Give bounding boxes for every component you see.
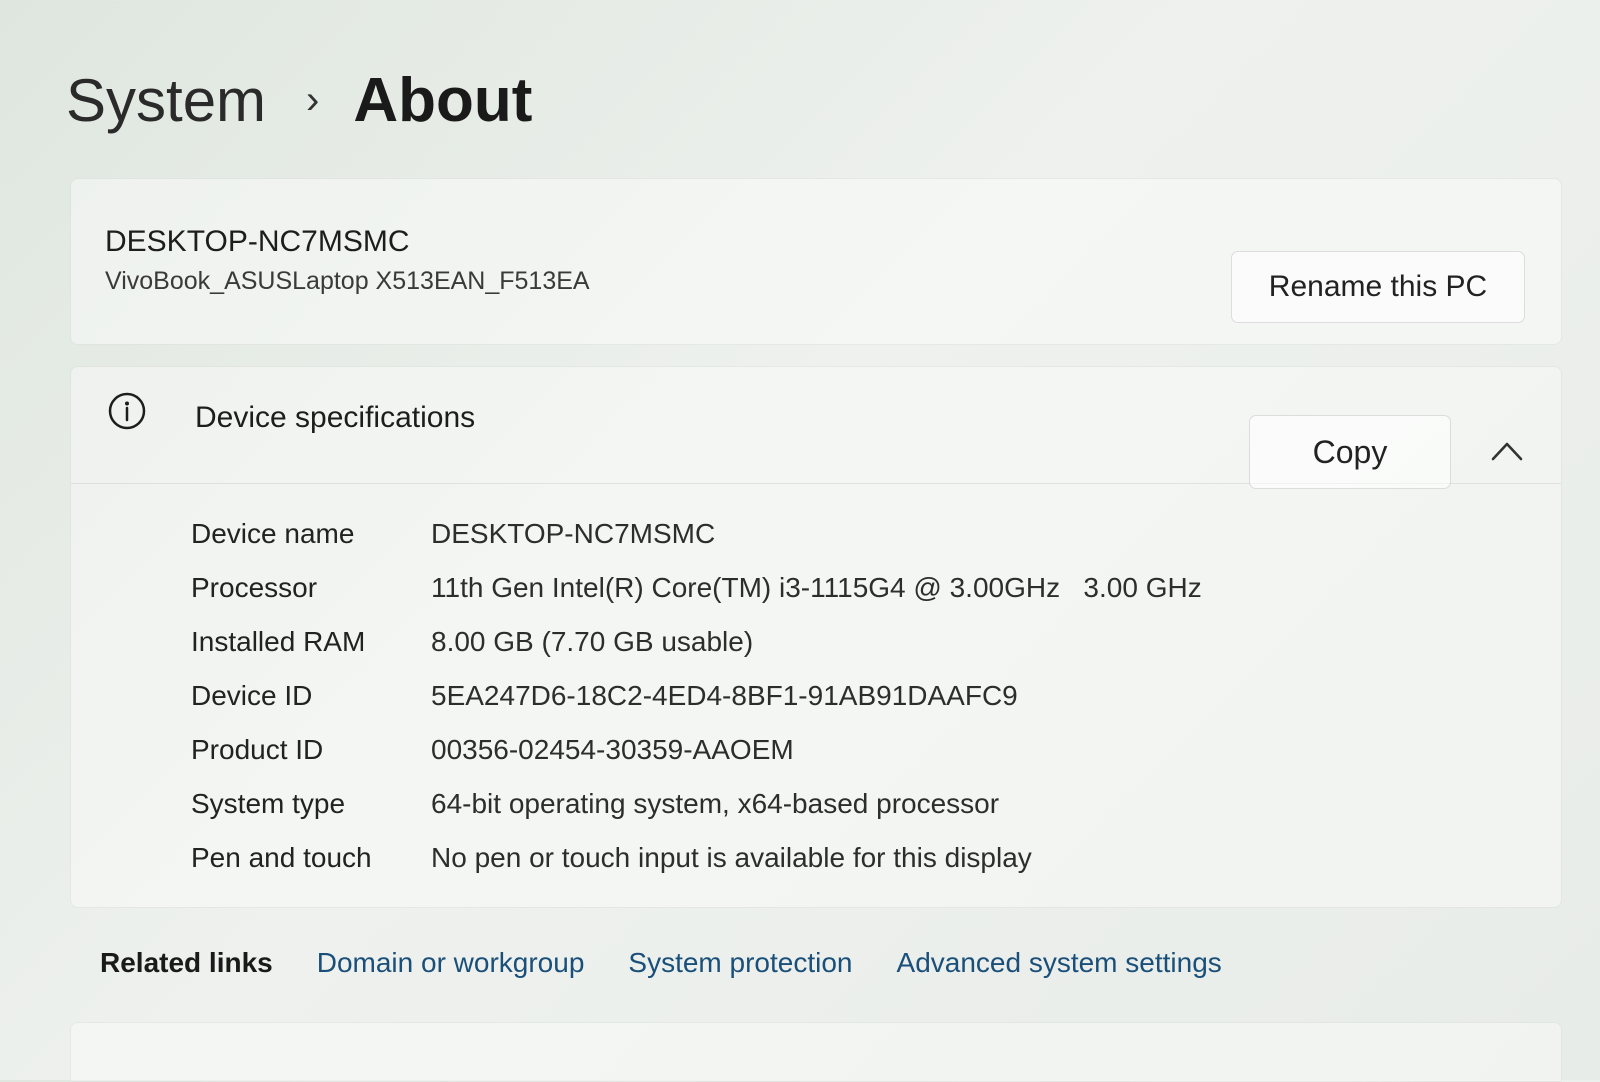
system-protection-link[interactable]: System protection <box>628 947 852 979</box>
about-page: System › About DESKTOP-NC7MSMC VivoBook_… <box>0 0 1600 1082</box>
spec-row-processor: Processor 11th Gen Intel(R) Core(TM) i3-… <box>191 561 1391 615</box>
device-specifications-card: Device specifications Copy Device name D… <box>70 366 1562 908</box>
info-icon <box>108 392 146 430</box>
breadcrumb-separator: › <box>306 78 320 122</box>
spec-row-product-id: Product ID 00356-02454-30359-AAOEM <box>191 723 1391 777</box>
spec-row-device-id: Device ID 5EA247D6-18C2-4ED4-8BF1-91AB91… <box>191 669 1391 723</box>
related-links: Related links Domain or workgroup System… <box>100 938 1222 988</box>
spec-value: No pen or touch input is available for t… <box>431 842 1032 873</box>
spec-row-system-type: System type 64-bit operating system, x64… <box>191 777 1391 831</box>
page-title: About <box>353 65 533 135</box>
rename-pc-button[interactable]: Rename this PC <box>1231 251 1525 323</box>
next-card-edge <box>70 1022 1562 1082</box>
copy-button[interactable]: Copy <box>1249 415 1451 489</box>
advanced-system-settings-link[interactable]: Advanced system settings <box>897 947 1222 979</box>
spec-label: Installed RAM <box>191 626 366 657</box>
spec-rows: Device name DESKTOP-NC7MSMC Processor 11… <box>191 507 1391 885</box>
spec-value: 5EA247D6-18C2-4ED4-8BF1-91AB91DAAFC9 <box>431 680 1018 711</box>
breadcrumb: System › About <box>66 60 532 140</box>
spec-label: System type <box>191 788 346 819</box>
specs-title: Device specifications <box>195 401 476 434</box>
spec-label: Pen and touch <box>191 842 372 873</box>
chevron-up-icon[interactable] <box>1489 437 1525 463</box>
spec-label: Product ID <box>191 734 324 765</box>
spec-value: 8.00 GB (7.70 GB usable) <box>431 626 754 657</box>
spec-label: Processor <box>191 572 318 603</box>
spec-label: Device ID <box>191 680 313 711</box>
spec-row-pen-and-touch: Pen and touch No pen or touch input is a… <box>191 831 1391 885</box>
spec-row-device-name: Device name DESKTOP-NC7MSMC <box>191 507 1391 561</box>
device-model: VivoBook_ASUSLaptop X513EAN_F513EA <box>105 267 590 295</box>
spec-value: 64-bit operating system, x64-based proce… <box>431 788 1000 819</box>
device-card: DESKTOP-NC7MSMC VivoBook_ASUSLaptop X513… <box>70 178 1562 345</box>
related-links-title: Related links <box>100 947 273 978</box>
spec-value: 11th Gen Intel(R) Core(TM) i3-1115G4 @ 3… <box>431 572 1202 603</box>
specs-header[interactable]: Device specifications Copy <box>71 367 1561 489</box>
device-name-heading: DESKTOP-NC7MSMC <box>105 225 410 258</box>
domain-or-workgroup-link[interactable]: Domain or workgroup <box>317 947 585 979</box>
spec-value: DESKTOP-NC7MSMC <box>431 518 716 549</box>
spec-label: Device name <box>191 518 355 549</box>
spec-value: 00356-02454-30359-AAOEM <box>431 734 794 765</box>
spec-row-installed-ram: Installed RAM 8.00 GB (7.70 GB usable) <box>191 615 1391 669</box>
breadcrumb-system[interactable]: System <box>66 66 266 135</box>
